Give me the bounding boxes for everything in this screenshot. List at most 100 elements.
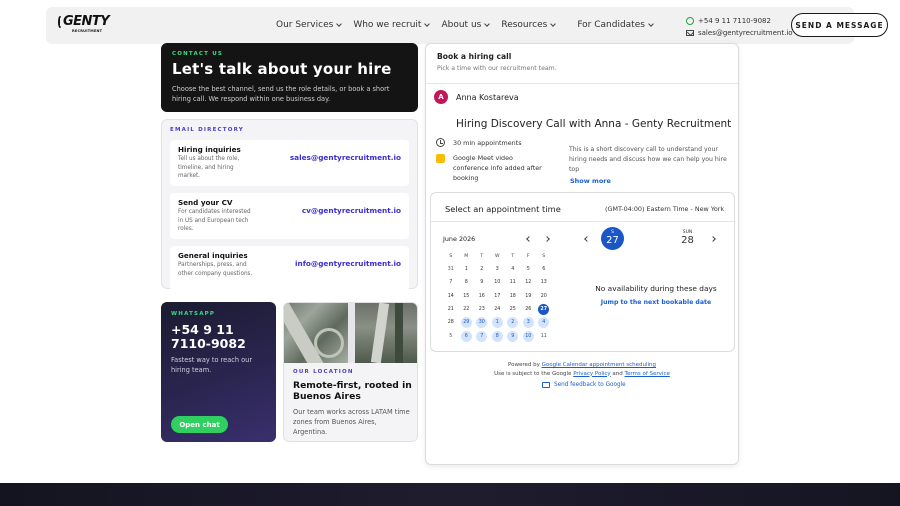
nav-email[interactable]: sales@gentyrecruitment.io <box>686 27 793 39</box>
directory-item-desc: For candidates interested in US and Euro… <box>178 209 251 233</box>
calendar-day[interactable]: 9 <box>505 329 521 342</box>
week-day[interactable]: SUN 28 <box>676 227 699 246</box>
footer-band <box>0 483 900 506</box>
powered-link[interactable]: Google Calendar appointment scheduling <box>542 362 656 368</box>
calendar-day[interactable]: 11 <box>505 276 521 289</box>
privacy-link[interactable]: Privacy Policy <box>573 371 610 377</box>
directory-item-general: General inquiries Partnerships, press, a… <box>170 246 409 292</box>
calendar-day[interactable]: 13 <box>536 276 552 289</box>
chevron-down-icon <box>336 20 343 27</box>
calendar-day[interactable]: 4 <box>505 263 521 276</box>
calendar-day[interactable]: 5 <box>521 263 537 276</box>
prev-week-icon[interactable] <box>584 236 590 242</box>
timezone-selector[interactable]: (GMT-04:00) Eastern Time - New York <box>605 205 724 213</box>
calendar-day[interactable]: 2 <box>505 316 521 329</box>
powered-by: Powered by Google Calendar appointment s… <box>494 362 670 377</box>
jump-next-date-link[interactable]: Jump to the next bookable date <box>591 299 721 306</box>
directory-item-desc: Tell us about the role, timeline, and hi… <box>178 156 240 180</box>
send-message-button[interactable]: SEND A MESSAGE <box>791 13 888 37</box>
calendar-day[interactable]: 5 <box>443 329 459 342</box>
calendar-day[interactable]: 31 <box>443 263 459 276</box>
weekday-label: S <box>542 254 546 259</box>
calendar-day[interactable]: 29 <box>459 316 475 329</box>
booking-subtitle: Pick a time with our recruitment team. <box>437 65 557 72</box>
location-title: Remote-first, rooted in Buenos Aires <box>293 380 412 402</box>
menu-about-us[interactable]: About us <box>441 20 491 30</box>
calendar-day[interactable]: 2 <box>474 263 490 276</box>
weekday-label: F <box>526 254 530 259</box>
calendar-day[interactable]: 15 <box>459 290 475 303</box>
appointment-picker: Select an appointment time (GMT-04:00) E… <box>430 192 735 352</box>
whatsapp-eyebrow: WHATSAPP <box>171 311 216 317</box>
next-week-icon[interactable] <box>710 236 716 242</box>
calendar-day[interactable]: 7 <box>474 329 490 342</box>
contact-title: Let's talk about your hire <box>172 60 392 78</box>
top-navbar: GENTY RECRUITMENT Our Services Who we re… <box>46 7 888 44</box>
calendar-day[interactable]: 4 <box>536 316 552 329</box>
selected-day[interactable]: S 27 <box>601 227 624 250</box>
calendar-day[interactable]: 9 <box>474 276 490 289</box>
next-month-icon[interactable] <box>544 236 550 242</box>
mini-calendar: June 2026 S M T W T F S 31 1 2 3 4 5 6 7 8 9 10 11 12 13 14 15… <box>443 233 553 343</box>
calendar-day[interactable]: 12 <box>521 276 537 289</box>
chevron-down-icon <box>484 20 491 27</box>
send-feedback-link[interactable]: Send feedback to Google <box>542 382 626 388</box>
calendar-day[interactable]: 10 <box>490 276 506 289</box>
contact-eyebrow: CONTACT US <box>172 51 224 57</box>
calendar-day[interactable]: 10 <box>521 329 537 342</box>
weekday-label: T <box>480 254 484 259</box>
genty-logo[interactable]: GENTY RECRUITMENT <box>58 15 110 37</box>
calendar-day[interactable]: 28 <box>443 316 459 329</box>
calendar-day[interactable]: 23 <box>474 303 490 316</box>
weekday-label: M <box>464 254 469 259</box>
calendar-day[interactable]: 6 <box>459 329 475 342</box>
terms-link[interactable]: Terms of Service <box>625 371 670 377</box>
event-title: Hiring Discovery Call with Anna - Genty … <box>456 118 732 130</box>
directory-eyebrow: EMAIL DIRECTORY <box>170 127 244 133</box>
calendar-day[interactable]: 14 <box>443 290 459 303</box>
host-avatar: A <box>434 90 448 104</box>
booking-header: Book a hiring call Pick a time with our … <box>426 44 738 84</box>
calendar-day[interactable]: 3 <box>490 263 506 276</box>
calendar-day[interactable]: 19 <box>521 290 537 303</box>
calendar-day[interactable]: 25 <box>505 303 521 316</box>
menu-who-we-recruit[interactable]: Who we recruit <box>353 20 431 30</box>
calendar-day[interactable]: 3 <box>521 316 537 329</box>
calendar-day[interactable]: 8 <box>490 329 506 342</box>
location-description: Our team works across LATAM time zones f… <box>293 408 410 436</box>
calendar-day[interactable]: 16 <box>474 290 490 303</box>
calendar-day[interactable]: 11 <box>536 329 552 342</box>
calendar-day-selected[interactable]: 27 <box>536 303 552 316</box>
calendar-day[interactable]: 26 <box>521 303 537 316</box>
directory-item-email-link[interactable]: cv@gentyrecruitment.io <box>302 206 401 215</box>
calendar-grid: S M T W T F S 31 1 2 3 4 5 6 7 8 9 10 11 12 13 14 15 16 17 18 19 20… <box>443 251 553 343</box>
show-more-link[interactable]: Show more <box>570 177 611 185</box>
whatsapp-card: WHATSAPP +54 9 11 7110-9082 Fastest way … <box>161 302 276 442</box>
calendar-day[interactable]: 7 <box>443 276 459 289</box>
calendar-day[interactable]: 30 <box>474 316 490 329</box>
calendar-day[interactable]: 21 <box>443 303 459 316</box>
calendar-day[interactable]: 17 <box>490 290 506 303</box>
week-view: S 27 SUN 28 <box>581 227 719 257</box>
calendar-day[interactable]: 1 <box>459 263 475 276</box>
calendar-day[interactable]: 20 <box>536 290 552 303</box>
open-chat-button[interactable]: Open chat <box>171 416 228 433</box>
directory-item-email-link[interactable]: sales@gentyrecruitment.io <box>290 153 401 162</box>
calendar-day[interactable]: 22 <box>459 303 475 316</box>
calendar-day[interactable]: 6 <box>536 263 552 276</box>
nav-phone[interactable]: +54 9 11 7110-9082 <box>686 15 793 27</box>
calendar-day[interactable]: 18 <box>505 290 521 303</box>
calendar-day[interactable]: 24 <box>490 303 506 316</box>
menu-resources[interactable]: Resources <box>501 20 557 30</box>
menu-our-services[interactable]: Our Services <box>276 20 343 30</box>
calendar-day[interactable]: 8 <box>459 276 475 289</box>
email-directory: EMAIL DIRECTORY Hiring inquiries Tell us… <box>161 119 418 292</box>
directory-item-hiring: Hiring inquiries Tell us about the role,… <box>170 140 409 186</box>
menu-for-candidates[interactable]: For Candidates <box>577 20 654 30</box>
directory-item-email-link[interactable]: info@gentyrecruitment.io <box>295 259 401 268</box>
clock-icon <box>436 138 445 147</box>
calendar-day[interactable]: 1 <box>490 316 506 329</box>
event-duration: 30 min appointments <box>436 138 545 148</box>
prev-month-icon[interactable] <box>526 236 532 242</box>
booking-widget: Book a hiring call Pick a time with our … <box>425 43 739 465</box>
